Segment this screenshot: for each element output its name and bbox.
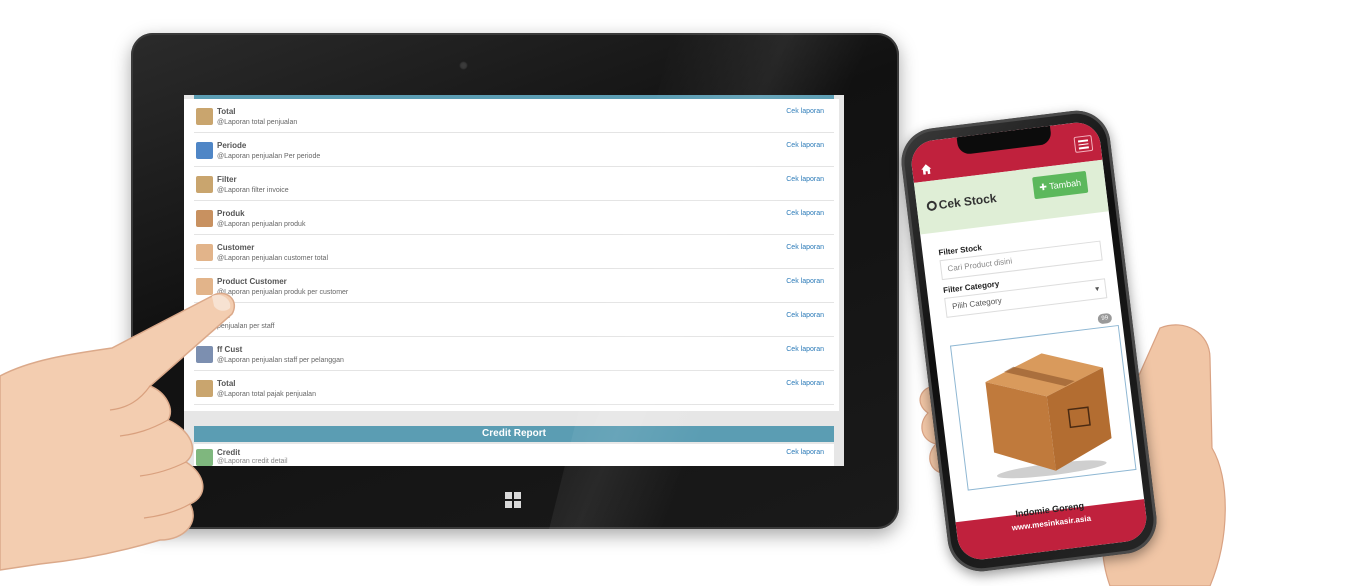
report-row: Product Customer @Laporan penjualan produ… [194, 269, 834, 303]
credit-report-header: Credit Report [194, 426, 834, 442]
credit-report-row: Credit @Laporan credit detail Cek lapora… [194, 444, 834, 466]
report-row: Total @Laporan total pajak penjualan Cek l… [194, 371, 834, 405]
cek-laporan-link[interactable]: Cek laporan [786, 108, 824, 115]
cek-laporan-link[interactable]: Cek laporan [786, 210, 824, 217]
report-title: Filter [217, 175, 237, 184]
add-button-label: Tambah [1048, 177, 1082, 192]
report-row: Stapenjualan per staffCek laporan [194, 303, 834, 337]
cek-laporan-link[interactable]: Cek laporan [786, 312, 824, 319]
report-description: @Laporan filter invoice [217, 187, 289, 194]
pointing-hand-illustration [0, 292, 235, 571]
tablet-camera [459, 61, 468, 70]
search-icon [926, 200, 938, 212]
report-title: Total [217, 107, 236, 116]
windows-logo-icon[interactable] [505, 492, 521, 508]
cash-register-icon [196, 176, 213, 193]
report-title: Produk [217, 209, 245, 218]
cek-laporan-link[interactable]: Cek laporan [786, 278, 824, 285]
tablet-device: Total @Laporan total penjualan Cek laporan… [131, 33, 899, 529]
report-title: Periode [217, 141, 247, 150]
report-description: @Laporan penjualan produk [217, 221, 306, 228]
cek-laporan-link[interactable]: Cek laporan [786, 244, 824, 251]
report-row: ff Cust @Laporan penjualan staff per pela… [194, 337, 834, 371]
product-card[interactable] [949, 324, 1137, 491]
bar-chart-icon [196, 142, 213, 159]
marketing-illustration: Total @Laporan total penjualan Cek laporan… [0, 0, 1366, 586]
phone-with-hand: Cek Stock ✚ Tambah Filter Stock Cari Pro… [897, 106, 1226, 586]
report-row: Total @Laporan total penjualan Cek laporan [194, 99, 834, 133]
cek-laporan-link[interactable]: Cek laporan [786, 449, 824, 456]
tablet-screen: Total @Laporan total penjualan Cek laporan… [184, 95, 844, 466]
report-description: @Laporan penjualan customer total [217, 255, 329, 262]
sales-report-card: Total @Laporan total penjualan Cek laporan… [184, 99, 839, 411]
report-description: @Laporan total penjualan [217, 119, 298, 126]
cash-register-icon [196, 108, 213, 125]
report-row: Customer @Laporan penjualan customer tota… [194, 235, 834, 269]
stock-count-badge: 99 [1097, 312, 1113, 325]
home-icon[interactable] [920, 163, 933, 176]
report-description: @Laporan penjualan Per periode [217, 153, 321, 160]
report-row: Filter @Laporan filter invoice Cek laporan [194, 167, 834, 201]
report-title: Product Customer [217, 277, 287, 286]
hamburger-menu-icon[interactable] [1073, 134, 1094, 153]
category-select-value: Pilih Category [951, 296, 1003, 312]
report-title: Customer [217, 243, 255, 252]
chevron-down-icon: ▾ [1094, 284, 1100, 294]
cardboard-box-icon [985, 353, 1112, 479]
report-row: Periode @Laporan penjualan Per periode Cek… [194, 133, 834, 167]
report-row: Produk @Laporan penjualan produk Cek lapor… [194, 201, 834, 235]
cek-laporan-link[interactable]: Cek laporan [786, 176, 824, 183]
customer-icon [196, 244, 213, 261]
box-icon [196, 210, 213, 227]
cek-laporan-link[interactable]: Cek laporan [786, 346, 824, 353]
cek-laporan-link[interactable]: Cek laporan [786, 142, 824, 149]
cek-laporan-link[interactable]: Cek laporan [786, 380, 824, 387]
